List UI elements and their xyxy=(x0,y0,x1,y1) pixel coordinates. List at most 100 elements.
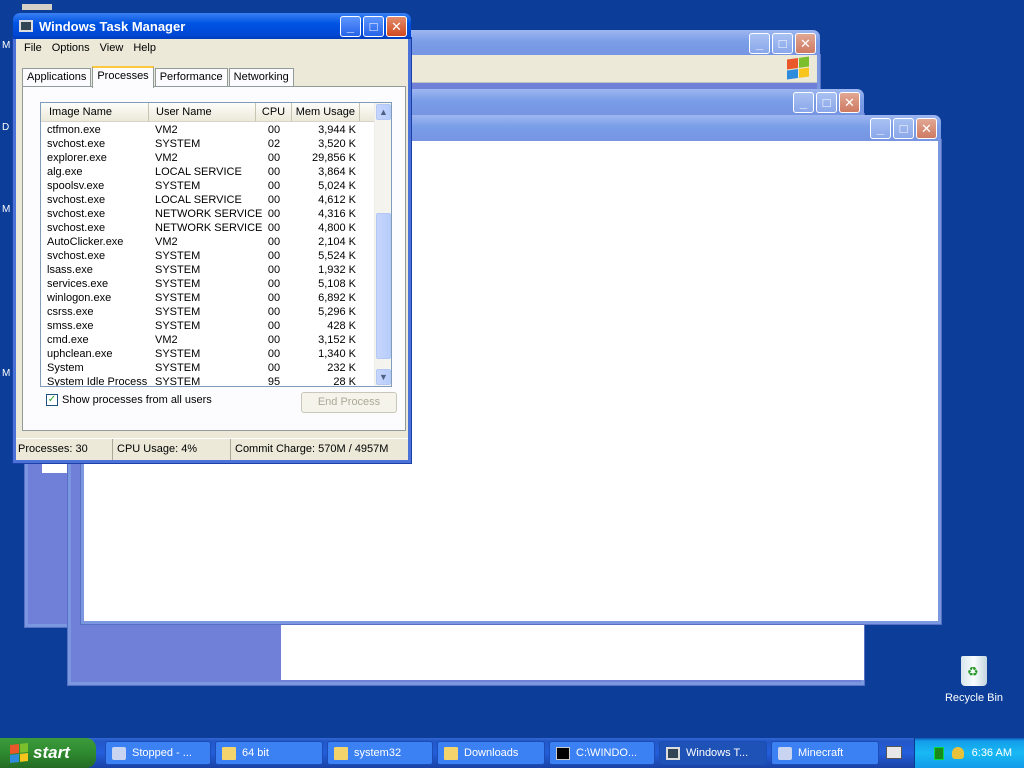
process-cpu: 00 xyxy=(267,306,281,318)
tab-networking[interactable]: Networking xyxy=(228,68,294,87)
close-button[interactable]: ✕ xyxy=(795,33,816,54)
process-row[interactable]: svchost.exe SYSTEM 00 5,524 K xyxy=(41,249,374,263)
process-mem-usage: 6,892 K xyxy=(318,292,356,304)
process-mem-usage: 5,108 K xyxy=(318,278,356,290)
process-row[interactable]: csrss.exe SYSTEM 00 5,296 K xyxy=(41,305,374,319)
process-cpu: 00 xyxy=(267,236,281,248)
taskbar-button-system32[interactable]: system32 xyxy=(327,741,433,765)
process-row[interactable]: AutoClicker.exe VM2 00 2,104 K xyxy=(41,235,374,249)
process-image-name: spoolsv.exe xyxy=(47,180,105,192)
start-button[interactable]: start xyxy=(0,738,96,768)
maximize-button[interactable]: □ xyxy=(772,33,793,54)
scroll-thumb[interactable] xyxy=(376,213,391,359)
desktop-icon-label-fragment[interactable]: M xyxy=(2,40,10,51)
column-header-cpu[interactable]: CPU xyxy=(256,103,292,121)
tab-performance[interactable]: Performance xyxy=(154,68,228,87)
show-all-users-label[interactable]: Show processes from all users xyxy=(62,394,212,406)
network-icon[interactable] xyxy=(933,746,944,760)
recycle-bin[interactable]: ♻ Recycle Bin xyxy=(943,656,1005,704)
show-all-users-checkbox[interactable]: ✓ xyxy=(46,394,58,406)
process-image-name: svchost.exe xyxy=(47,138,106,150)
process-row[interactable]: alg.exe LOCAL SERVICE 00 3,864 K xyxy=(41,165,374,179)
process-cpu: 00 xyxy=(267,152,281,164)
menu-bar: File Options View Help xyxy=(16,38,408,58)
process-image-name: services.exe xyxy=(47,278,109,290)
desktop-icon-fragment[interactable] xyxy=(22,4,52,10)
scroll-up-button[interactable]: ▲ xyxy=(376,104,391,120)
maximize-button[interactable]: □ xyxy=(363,16,384,37)
desktop-icon-label-fragment[interactable]: M xyxy=(2,368,10,379)
taskbar-button-stopped[interactable]: Stopped - ... xyxy=(105,741,211,765)
process-row[interactable]: winlogon.exe SYSTEM 00 6,892 K xyxy=(41,291,374,305)
process-row[interactable]: System SYSTEM 00 232 K xyxy=(41,361,374,375)
column-header-mem-usage[interactable]: Mem Usage xyxy=(292,103,360,121)
scroll-down-button[interactable]: ▼ xyxy=(376,369,391,385)
process-row[interactable]: spoolsv.exe SYSTEM 00 5,024 K xyxy=(41,179,374,193)
process-row[interactable]: svchost.exe NETWORK SERVICE 00 4,316 K xyxy=(41,207,374,221)
process-row[interactable]: System Idle Process SYSTEM 95 28 K xyxy=(41,375,374,387)
close-button[interactable]: ✕ xyxy=(839,92,860,113)
process-image-name: System xyxy=(47,362,84,374)
taskbar-button-task-manager[interactable]: Windows T... xyxy=(659,741,767,765)
process-user-name: SYSTEM xyxy=(155,348,201,360)
keyboard-icon[interactable] xyxy=(886,746,902,759)
folder-icon xyxy=(222,746,236,760)
status-bar: Processes: 30 CPU Usage: 4% Commit Charg… xyxy=(16,438,408,460)
process-row[interactable]: smss.exe SYSTEM 00 428 K xyxy=(41,319,374,333)
process-image-name: smss.exe xyxy=(47,320,94,332)
process-row[interactable]: uphclean.exe SYSTEM 00 1,340 K xyxy=(41,347,374,361)
menu-file[interactable]: File xyxy=(19,42,47,54)
process-user-name: SYSTEM xyxy=(155,138,201,150)
process-mem-usage: 29,856 K xyxy=(311,152,356,164)
menu-options[interactable]: Options xyxy=(47,42,95,54)
minimize-button[interactable]: _ xyxy=(749,33,770,54)
menu-help[interactable]: Help xyxy=(128,42,161,54)
desktop-icon-label-fragment[interactable]: M xyxy=(2,204,10,215)
vertical-scrollbar[interactable]: ▲ ▼ xyxy=(374,103,391,386)
process-cpu: 00 xyxy=(267,278,281,290)
process-cpu: 95 xyxy=(267,376,281,387)
taskbar-button-64-bit[interactable]: 64 bit xyxy=(215,741,323,765)
process-mem-usage: 4,800 K xyxy=(318,222,356,234)
process-row[interactable]: explorer.exe VM2 00 29,856 K xyxy=(41,151,374,165)
end-process-button[interactable]: End Process xyxy=(301,392,397,413)
show-all-users-option[interactable]: ✓ Show processes from all users xyxy=(46,394,212,406)
process-row[interactable]: lsass.exe SYSTEM 00 1,932 K xyxy=(41,263,374,277)
taskbar-button-command-prompt[interactable]: C:\WINDO... xyxy=(549,741,655,765)
menu-view[interactable]: View xyxy=(95,42,129,54)
process-user-name: VM2 xyxy=(155,152,178,164)
process-row[interactable]: ctfmon.exe VM2 00 3,944 K xyxy=(41,123,374,137)
process-user-name: NETWORK SERVICE xyxy=(155,222,263,234)
process-row[interactable]: services.exe SYSTEM 00 5,108 K xyxy=(41,277,374,291)
tab-applications[interactable]: Applications xyxy=(22,68,92,87)
process-mem-usage: 3,520 K xyxy=(318,138,356,150)
clock[interactable]: 6:36 AM xyxy=(972,747,1012,759)
process-list[interactable]: Image Name User Name CPU Mem Usage ctfmo… xyxy=(40,102,392,387)
window-content-area xyxy=(281,622,864,680)
process-user-name: SYSTEM xyxy=(155,264,201,276)
column-header-user-name[interactable]: User Name xyxy=(149,103,256,121)
maximize-button[interactable]: □ xyxy=(816,92,837,113)
task-manager-title-bar[interactable]: Windows Task Manager _ □ ✕ xyxy=(13,13,411,39)
task-manager-window[interactable]: Windows Task Manager _ □ ✕ File Options … xyxy=(13,13,411,463)
process-row[interactable]: svchost.exe NETWORK SERVICE 00 4,800 K xyxy=(41,221,374,235)
close-button[interactable]: ✕ xyxy=(386,16,407,37)
process-user-name: SYSTEM xyxy=(155,180,201,192)
security-shield-icon[interactable] xyxy=(951,747,964,759)
desktop-icon-label-fragment[interactable]: D xyxy=(2,122,9,133)
taskbar-button-downloads[interactable]: Downloads xyxy=(437,741,545,765)
taskbar-button-minecraft[interactable]: Minecraft xyxy=(771,741,879,765)
close-button[interactable]: ✕ xyxy=(916,118,937,139)
column-header-image-name[interactable]: Image Name xyxy=(41,103,149,121)
tab-processes[interactable]: Processes xyxy=(92,66,154,88)
minimize-button[interactable]: _ xyxy=(870,118,891,139)
process-row[interactable]: svchost.exe LOCAL SERVICE 00 4,612 K xyxy=(41,193,374,207)
process-row[interactable]: cmd.exe VM2 00 3,152 K xyxy=(41,333,374,347)
folder-icon xyxy=(444,746,458,760)
process-row[interactable]: svchost.exe SYSTEM 02 3,520 K xyxy=(41,137,374,151)
minimize-button[interactable]: _ xyxy=(793,92,814,113)
process-image-name: ctfmon.exe xyxy=(47,124,101,136)
maximize-button[interactable]: □ xyxy=(893,118,914,139)
minimize-button[interactable]: _ xyxy=(340,16,361,37)
process-mem-usage: 1,932 K xyxy=(318,264,356,276)
